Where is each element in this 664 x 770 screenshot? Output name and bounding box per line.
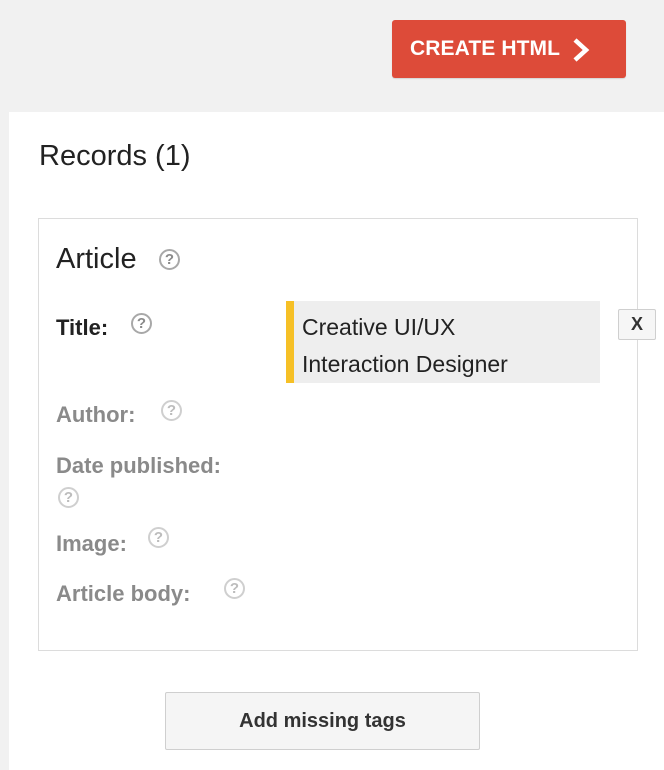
top-toolbar: CREATE HTML	[0, 0, 664, 112]
help-icon[interactable]: ?	[58, 487, 79, 508]
title-value-line: Creative UI/UX	[302, 314, 456, 340]
create-html-button[interactable]: CREATE HTML	[392, 20, 626, 78]
title-value: Creative UI/UX Interaction Designer	[286, 301, 600, 383]
chevron-right-icon	[573, 38, 590, 62]
help-icon[interactable]: ?	[148, 527, 169, 548]
record-type-label: Article	[56, 243, 137, 275]
help-icon[interactable]: ?	[224, 578, 245, 599]
create-html-label: CREATE HTML	[410, 37, 561, 60]
field-label-date-published: Date published:	[56, 453, 222, 478]
help-icon[interactable]: ?	[131, 313, 152, 334]
field-label-author: Author:	[56, 402, 136, 427]
remove-field-button[interactable]: X	[618, 309, 656, 340]
help-icon[interactable]: ?	[159, 249, 180, 270]
record-type-title: Article	[56, 243, 137, 276]
help-icon[interactable]: ?	[161, 400, 182, 421]
records-panel: Records (1) Article ? Title: ? Author: ?…	[9, 112, 664, 770]
title-value-line: Interaction Designer	[302, 351, 508, 377]
field-label-title: Title:	[56, 315, 109, 340]
field-label-article-body: Article body:	[56, 581, 191, 606]
add-missing-tags-button[interactable]: Add missing tags	[165, 692, 480, 750]
records-heading: Records (1)	[39, 140, 191, 172]
article-record: Article ? Title: ? Author: ? Date publis…	[38, 218, 638, 651]
field-label-image: Image:	[56, 531, 127, 556]
